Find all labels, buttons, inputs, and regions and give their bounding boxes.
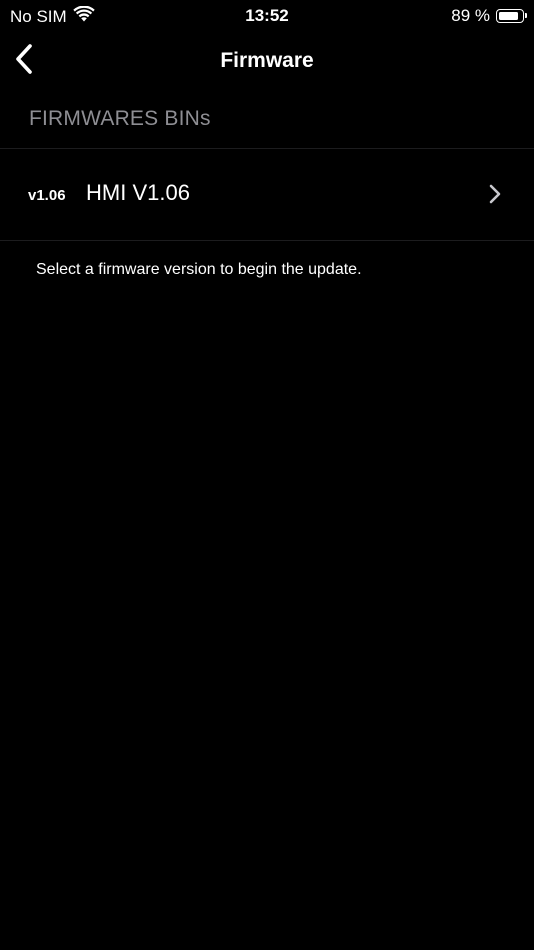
firmware-list-item[interactable]: v1.06 HMI V1.06	[0, 149, 534, 240]
firmware-version-label: v1.06	[28, 187, 66, 204]
status-right: 89 %	[451, 6, 527, 26]
battery-fill	[499, 12, 518, 20]
chevron-right-icon	[488, 183, 502, 205]
footer-note: Select a firmware version to begin the u…	[36, 261, 362, 278]
divider	[0, 240, 534, 241]
section-header: FIRMWARES BINs	[29, 107, 211, 130]
battery-percent: 89 %	[451, 6, 490, 25]
firmware-title: HMI V1.06	[86, 180, 190, 205]
navigation-bar: Firmware	[0, 32, 534, 90]
page-title: Firmware	[220, 49, 314, 72]
battery-icon	[496, 9, 527, 23]
status-bar: No SIM 13:52 89 %	[0, 0, 534, 32]
